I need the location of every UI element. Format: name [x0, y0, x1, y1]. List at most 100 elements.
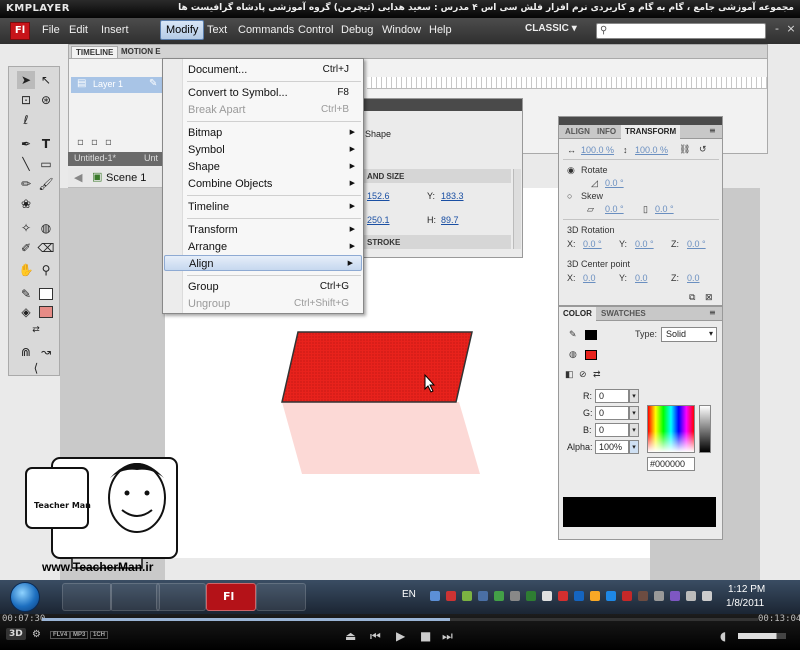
tab-color[interactable]: COLOR — [559, 307, 596, 321]
menu-item-convert-to-symbol[interactable]: Convert to Symbol... F8 — [163, 85, 363, 101]
stop-icon[interactable]: ■ — [420, 629, 431, 643]
stroke-color-swatch[interactable] — [585, 330, 597, 340]
pencil-tool-icon[interactable]: ✏ — [17, 175, 35, 193]
panel-menu-icon[interactable]: ≡ — [709, 126, 716, 135]
pen-tool-icon[interactable]: ✒ — [17, 135, 35, 153]
tray-icon[interactable] — [638, 591, 648, 601]
menu-item-combine-objects[interactable]: Combine Objects ▶ — [163, 176, 363, 192]
free-transform-tool-icon[interactable]: ⊡ — [17, 91, 35, 109]
3d-button[interactable]: 3D — [6, 628, 26, 640]
skew-radio[interactable]: ○ — [567, 191, 572, 201]
tray-icon[interactable] — [526, 591, 536, 601]
settings-gear-icon[interactable]: ⚙ — [32, 629, 41, 640]
parallelogram-shape[interactable] — [281, 331, 473, 403]
swap-colors-icon[interactable]: ⇄ — [593, 369, 601, 380]
transform-panel-titlebar[interactable] — [559, 117, 722, 125]
deco-tool-icon[interactable]: ❀ — [17, 195, 35, 213]
y-value[interactable]: 183.3 — [441, 191, 464, 201]
tray-icon[interactable] — [430, 591, 440, 601]
swap-colors-icon[interactable]: ⇄ — [27, 321, 45, 339]
lasso-tool-icon[interactable]: ℓ — [17, 111, 35, 129]
skew-vertical-value[interactable]: 0.0 ° — [655, 204, 674, 214]
stroke-color-swatch[interactable] — [39, 288, 53, 300]
tray-icon[interactable] — [558, 591, 568, 601]
brush-tool-icon[interactable]: 🖌 — [37, 175, 55, 193]
menu-item-align[interactable]: Align ▶ — [164, 255, 362, 271]
menu-item-arrange[interactable]: Arrange ▶ — [163, 239, 363, 255]
text-tool-icon[interactable]: T — [37, 135, 55, 153]
paint-bucket-tool-icon[interactable]: ◍ — [37, 219, 55, 237]
panel-menu-icon[interactable]: ≡ — [709, 308, 716, 317]
reset-icon[interactable]: ↺ — [699, 144, 707, 155]
clock-date[interactable]: 1/8/2011 — [726, 598, 764, 609]
fill-color-icon[interactable]: ◈ — [17, 303, 35, 321]
b-dropdown-button[interactable]: ▾ — [629, 423, 639, 437]
menu-item-document[interactable]: Document... Ctrl+J — [163, 62, 363, 78]
center3d-z-value[interactable]: 0.0 — [687, 273, 700, 283]
play-icon[interactable]: ▶ — [396, 629, 405, 643]
eyedropper-tool-icon[interactable]: ✐ — [17, 239, 35, 257]
rot3d-x-value[interactable]: 0.0 ° — [583, 239, 602, 249]
g-input[interactable]: 0 — [595, 406, 629, 420]
properties-scrollbar[interactable] — [513, 169, 521, 249]
stroke-section[interactable]: STROKE — [361, 235, 511, 249]
tab-transform[interactable]: TRANSFORM — [621, 125, 681, 139]
center3d-x-value[interactable]: 0.0 — [583, 273, 596, 283]
menu-item-transform[interactable]: Transform ▶ — [163, 222, 363, 238]
tray-icon[interactable] — [670, 591, 680, 601]
rot3d-z-value[interactable]: 0.0 ° — [687, 239, 706, 249]
x-value[interactable]: 152.6 — [367, 191, 390, 201]
no-color-icon[interactable]: ⊘ — [579, 369, 587, 380]
brightness-slider[interactable] — [699, 405, 711, 453]
network-icon[interactable] — [686, 591, 696, 601]
tray-icon[interactable] — [590, 591, 600, 601]
line-tool-icon[interactable]: ╲ — [17, 155, 35, 173]
tab-align[interactable]: ALIGN — [561, 127, 594, 136]
3d-rotation-tool-icon[interactable]: ⊛ — [37, 91, 55, 109]
r-dropdown-button[interactable]: ▾ — [629, 389, 639, 403]
alpha-input[interactable]: 100% — [595, 440, 629, 454]
tray-icon[interactable] — [494, 591, 504, 601]
rot3d-y-value[interactable]: 0.0 ° — [635, 239, 654, 249]
tray-icon[interactable] — [606, 591, 616, 601]
tab-info[interactable]: INFO — [593, 127, 620, 136]
tray-icon[interactable] — [462, 591, 472, 601]
constrain-icon[interactable]: ⛓ — [679, 144, 690, 155]
language-indicator[interactable]: EN — [402, 589, 416, 600]
duplicate-transform-icon[interactable]: ⧉ — [689, 292, 695, 303]
b-input[interactable]: 0 — [595, 423, 629, 437]
subselection-tool-icon[interactable]: ↖ — [37, 71, 55, 89]
menu-item-timeline[interactable]: Timeline ▶ — [163, 199, 363, 215]
fill-color-swatch[interactable] — [39, 306, 53, 318]
tray-icon[interactable] — [446, 591, 456, 601]
volume-slider[interactable] — [738, 633, 786, 639]
color-spectrum[interactable] — [647, 405, 695, 453]
hex-input[interactable]: #000000 — [647, 457, 695, 471]
selection-tool-icon[interactable]: ➤ — [17, 71, 35, 89]
type-select[interactable]: Solid ▾ — [661, 327, 717, 342]
flash-taskbar-icon[interactable]: Fl — [206, 583, 256, 611]
menu-item-ungroup[interactable]: Ungroup Ctrl+Shift+G — [163, 296, 363, 312]
tray-icon[interactable] — [622, 591, 632, 601]
rotate-value[interactable]: 0.0 ° — [605, 178, 624, 188]
kmplayer-logo[interactable]: KMPLAYER — [6, 3, 70, 14]
volume-icon[interactable]: ◖ — [720, 629, 726, 643]
w-value[interactable]: 250.1 — [367, 215, 390, 225]
g-dropdown-button[interactable]: ▾ — [629, 406, 639, 420]
stroke-color-icon[interactable]: ✎ — [17, 285, 35, 303]
eject-icon[interactable]: ⏏ — [345, 629, 356, 643]
center3d-y-value[interactable]: 0.0 — [635, 273, 648, 283]
tray-icon[interactable] — [478, 591, 488, 601]
rotate-radio[interactable]: ◉ — [567, 165, 575, 176]
tab-swatches[interactable]: SWATCHES — [597, 309, 650, 318]
kmplayer-taskbar-icon[interactable] — [256, 583, 306, 611]
menu-item-bitmap[interactable]: Bitmap ▶ — [163, 125, 363, 141]
tray-icon[interactable] — [510, 591, 520, 601]
tray-icon[interactable] — [542, 591, 552, 601]
alpha-dropdown-button[interactable]: ▾ — [629, 440, 639, 454]
height-scale-value[interactable]: 100.0 % — [635, 145, 668, 155]
media-player-taskbar-icon[interactable] — [156, 583, 206, 611]
r-input[interactable]: 0 — [595, 389, 629, 403]
bone-tool-icon[interactable]: ✧ — [17, 219, 35, 237]
skew-horizontal-value[interactable]: 0.0 ° — [605, 204, 624, 214]
